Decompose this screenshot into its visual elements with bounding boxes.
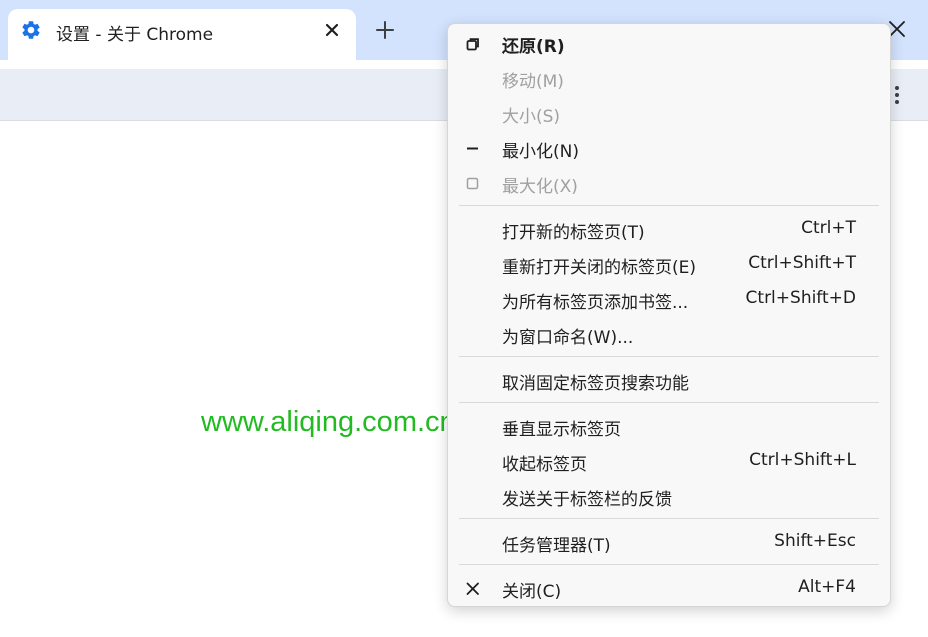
minimize-icon: [467, 147, 478, 150]
menu-item-label: 为所有标签页添加书签...: [502, 293, 689, 313]
menu-item-shortcut: Shift+Esc: [774, 531, 856, 551]
new-tab-plus-icon[interactable]: [374, 19, 396, 41]
menu-item-label: 任务管理器(T): [502, 536, 611, 556]
menu-item-label: 最大化(X): [502, 177, 578, 197]
settings-gear-icon: [22, 21, 40, 39]
menu-item-new-tab[interactable]: 打开新的标签页(T) Ctrl+T: [448, 212, 890, 246]
menu-separator: [459, 205, 879, 206]
menu-separator: [459, 564, 879, 565]
close-icon: [466, 582, 479, 595]
menu-item-bookmark-all-tabs[interactable]: 为所有标签页添加书签... Ctrl+Shift+D: [448, 282, 890, 316]
menu-item-label: 垂直显示标签页: [502, 420, 621, 440]
menu-item-label: 打开新的标签页(T): [502, 223, 645, 243]
tab-settings-about-chrome[interactable]: 设置 - 关于 Chrome: [8, 9, 356, 60]
menu-item-label: 大小(S): [502, 107, 561, 127]
menu-item-maximize[interactable]: 最大化(X): [448, 166, 890, 200]
watermark-text: www.aliqing.com.cn: [201, 406, 456, 438]
menu-item-send-tabstrip-feedback[interactable]: 发送关于标签栏的反馈: [448, 479, 890, 513]
menu-item-reopen-closed-tab[interactable]: 重新打开关闭的标签页(E) Ctrl+Shift+T: [448, 247, 890, 281]
restore-icon: [466, 38, 479, 51]
menu-item-label: 还原(R): [502, 37, 565, 57]
menu-separator: [459, 356, 879, 357]
menu-item-shortcut: Ctrl+T: [801, 218, 856, 238]
menu-item-label: 收起标签页: [502, 455, 587, 475]
menu-item-shortcut: Ctrl+Shift+T: [748, 253, 856, 273]
menu-item-label: 移动(M): [502, 72, 564, 92]
menu-item-label: 为窗口命名(W)...: [502, 328, 634, 348]
menu-item-label: 发送关于标签栏的反馈: [502, 490, 672, 510]
menu-separator: [459, 518, 879, 519]
menu-item-minimize[interactable]: 最小化(N): [448, 131, 890, 165]
menu-item-name-window[interactable]: 为窗口命名(W)...: [448, 317, 890, 351]
window-system-menu: 还原(R) 移动(M) 大小(S) 最小化(N) 最大化(X) 打开新的标签页(…: [447, 23, 891, 607]
menu-item-unpin-tab-search[interactable]: 取消固定标签页搜索功能: [448, 363, 890, 397]
menu-item-label: 重新打开关闭的标签页(E): [502, 258, 697, 278]
menu-item-restore[interactable]: 还原(R): [448, 26, 890, 60]
tab-close-icon[interactable]: [322, 20, 342, 40]
menu-item-shortcut: Alt+F4: [798, 577, 856, 597]
maximize-icon: [466, 177, 479, 190]
menu-item-label: 最小化(N): [502, 142, 579, 162]
menu-item-shortcut: Ctrl+Shift+L: [749, 450, 856, 470]
menu-item-collapse-tabs[interactable]: 收起标签页 Ctrl+Shift+L: [448, 444, 890, 478]
menu-item-label: 取消固定标签页搜索功能: [502, 374, 689, 394]
menu-item-label: 关闭(C): [502, 582, 562, 602]
menu-item-move[interactable]: 移动(M): [448, 61, 890, 95]
menu-item-close[interactable]: 关闭(C) Alt+F4: [448, 571, 890, 605]
menu-separator: [459, 402, 879, 403]
menu-item-task-manager[interactable]: 任务管理器(T) Shift+Esc: [448, 525, 890, 559]
menu-item-size[interactable]: 大小(S): [448, 96, 890, 130]
menu-item-vertical-tabs[interactable]: 垂直显示标签页: [448, 409, 890, 443]
menu-item-shortcut: Ctrl+Shift+D: [745, 288, 856, 308]
tab-title: 设置 - 关于 Chrome: [56, 25, 214, 45]
